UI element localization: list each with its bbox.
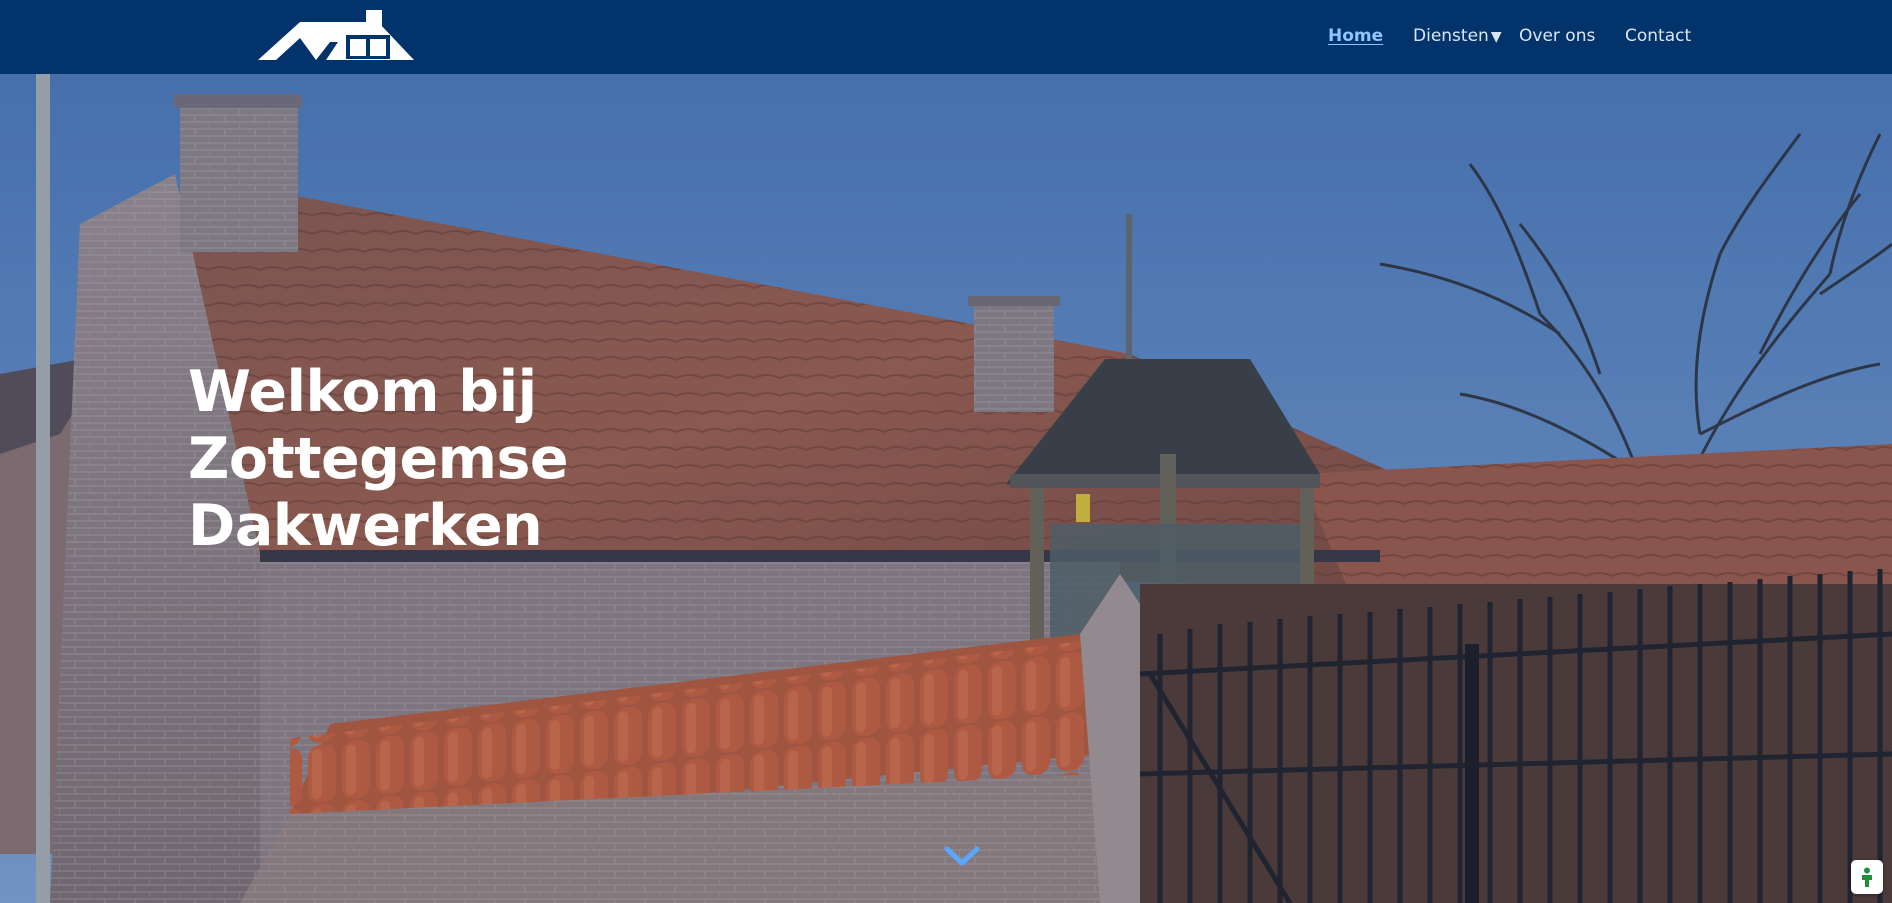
- hero-title-line-1: Welkom bij: [188, 359, 537, 425]
- main-navigation: Home Diensten ▼ Over ons Contact: [0, 0, 1892, 74]
- chevron-down-icon: [944, 846, 980, 866]
- hero-title-line-3: Dakwerken: [188, 493, 543, 559]
- nav-over-ons[interactable]: Over ons: [1519, 26, 1595, 46]
- hero-section: Welkom bij Zottegemse Dakwerken: [0, 74, 1892, 903]
- hero-title-line-2: Zottegemse: [188, 426, 569, 492]
- nav-diensten[interactable]: Diensten ▼: [1413, 26, 1502, 46]
- nav-diensten-label: Diensten: [1413, 26, 1489, 46]
- nav-home[interactable]: Home: [1328, 26, 1383, 46]
- site-header: Home Diensten ▼ Over ons Contact: [0, 0, 1892, 74]
- page: Home Diensten ▼ Over ons Contact Welkom …: [0, 0, 1892, 903]
- privacy-person-icon: [1862, 867, 1872, 887]
- dropdown-caret-icon: ▼: [1490, 29, 1502, 45]
- nav-contact[interactable]: Contact: [1625, 26, 1691, 46]
- hero-title: Welkom bij Zottegemse Dakwerken: [188, 359, 708, 560]
- scroll-down-button[interactable]: [944, 844, 980, 870]
- cookie-settings-button[interactable]: [1851, 860, 1883, 894]
